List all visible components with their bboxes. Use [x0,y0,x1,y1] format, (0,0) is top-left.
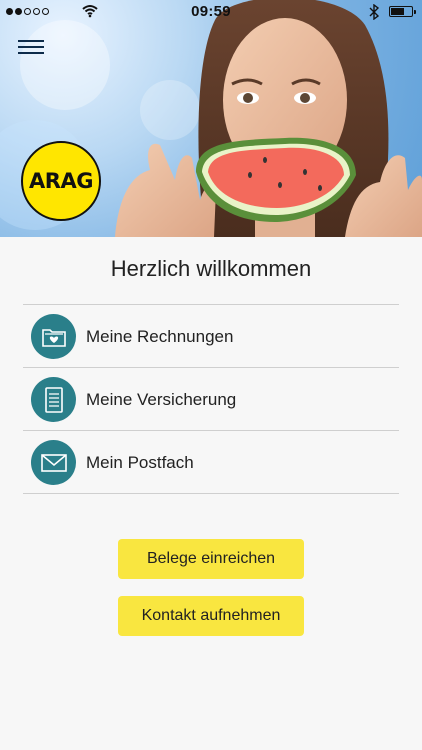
page-title: Herzlich willkommen [110,256,312,281]
hamburger-menu-icon[interactable] [18,40,44,56]
folder-heart-icon [31,314,76,359]
menu-item-rechnungen[interactable]: Meine Rechnungen [23,304,399,367]
bluetooth-icon [369,4,379,20]
menu-item-label: Meine Rechnungen [86,327,234,346]
status-bar: 09:59 [0,0,422,24]
battery-icon [389,6,416,17]
menu-item-label: Meine Versicherung [86,390,237,409]
menu-item-label: Mein Postfach [86,453,194,472]
main-menu-list: Meine Rechnungen Meine Versicherung Mein… [23,304,399,494]
document-icon [31,377,76,422]
arag-logo: ARAG [21,141,101,221]
clock-time: 09:59 [191,3,231,20]
hero-image: 09:59 ARAG [0,0,422,237]
menu-item-versicherung[interactable]: Meine Versicherung [23,367,399,430]
contact-button[interactable]: Kontakt aufnehmen [118,596,304,636]
envelope-icon [31,440,76,485]
submit-receipts-button[interactable]: Belege einreichen [118,539,304,579]
logo-text: ARAG [29,169,93,193]
menu-item-postfach[interactable]: Mein Postfach [23,430,399,494]
